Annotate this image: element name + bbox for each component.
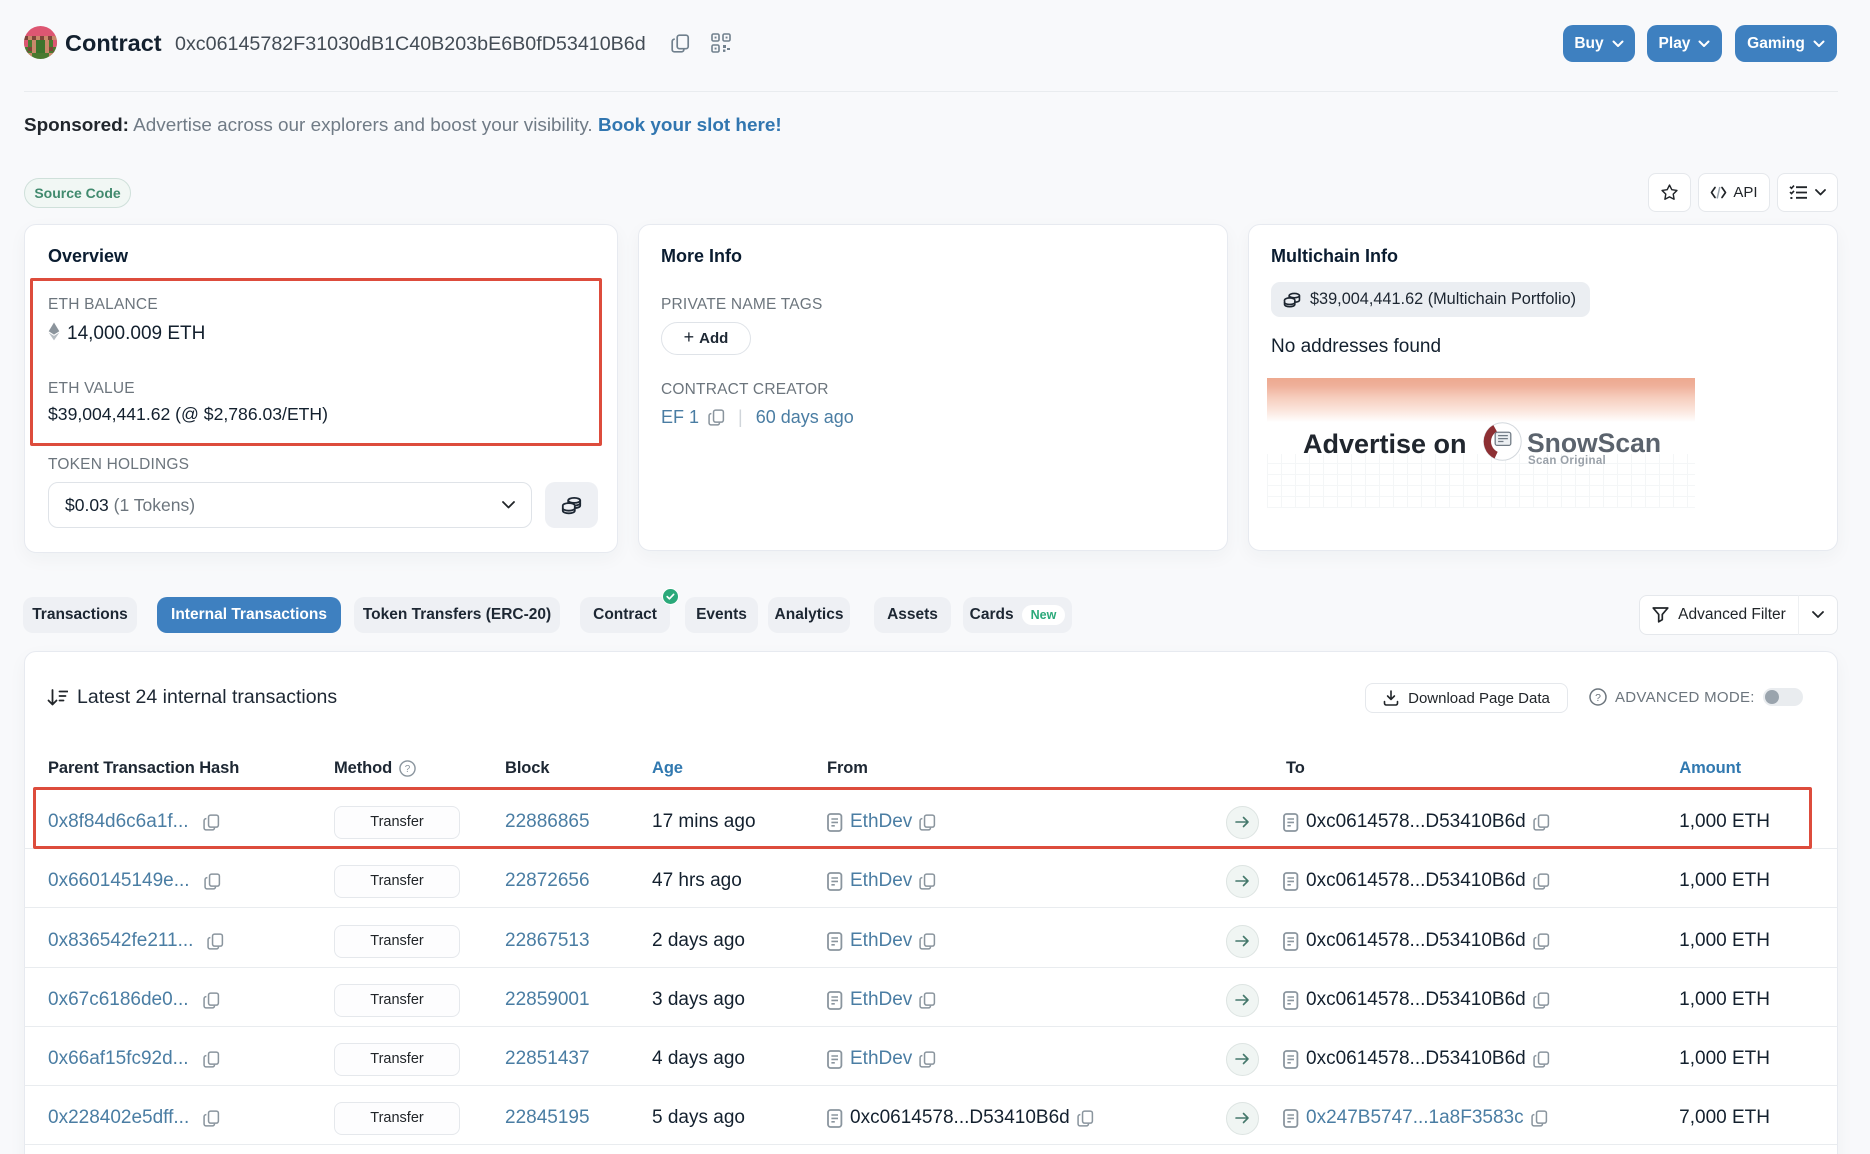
svg-text:?: ? <box>1595 692 1601 704</box>
svg-text:?: ? <box>405 764 411 775</box>
